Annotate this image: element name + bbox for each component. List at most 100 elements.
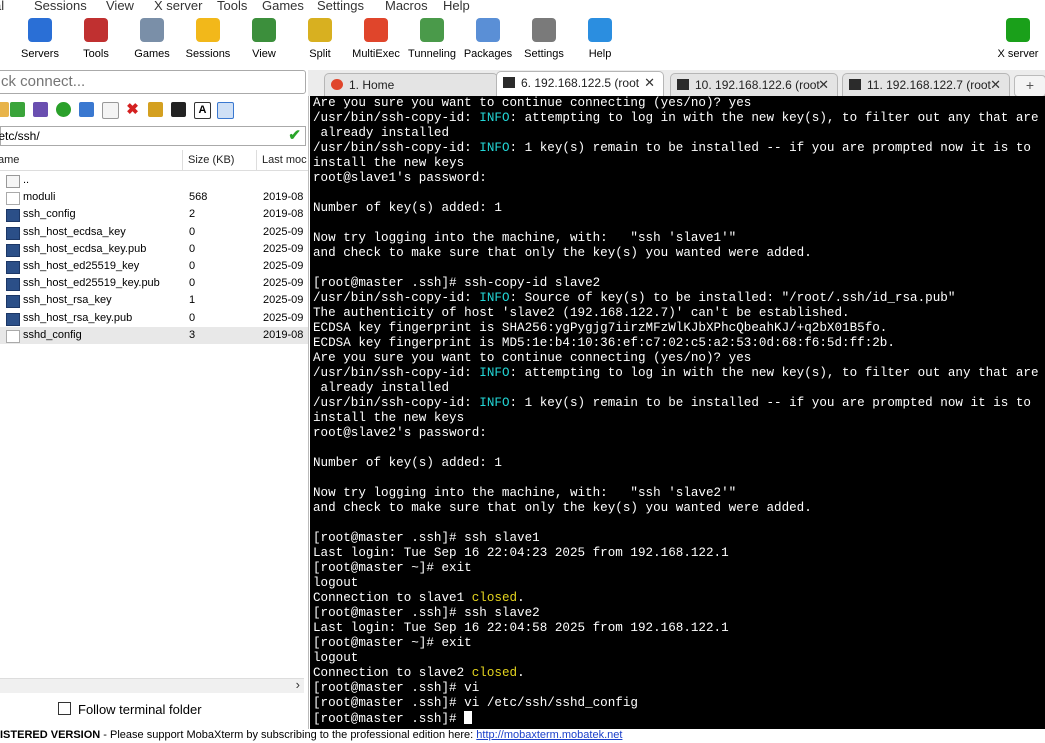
quick-connect-input[interactable] — [0, 71, 301, 91]
menu-games[interactable]: Games — [262, 0, 304, 13]
servers-icon — [28, 18, 52, 42]
file-row[interactable]: ssh_host_rsa_key 1 2025-09 — [0, 292, 308, 309]
menu-tools[interactable]: Tools — [217, 0, 247, 13]
column-name[interactable]: ame — [0, 154, 19, 166]
status-prefix: ISTERED VERSION — [0, 729, 101, 741]
file-name: ssh_host_ed25519_key.pub — [23, 277, 160, 290]
terminal-line: Connection to slave2 closed. — [313, 666, 525, 680]
delete-icon[interactable]: ✖ — [125, 102, 140, 117]
tab-session-6[interactable]: 6. 192.168.122.5 (root ✕ — [496, 71, 664, 96]
confirm-path-icon[interactable]: ✔ — [288, 126, 301, 144]
status-link[interactable]: http://mobaxterm.mobatek.net — [476, 729, 622, 741]
follow-terminal-folder-checkbox[interactable]: Follow terminal folder — [58, 702, 202, 717]
menu-view[interactable]: View — [106, 0, 134, 13]
status-text: - Please support MobaXterm by subscribin… — [100, 729, 477, 741]
file-date: 2025-09 — [263, 225, 304, 238]
file-row[interactable]: ssh_host_rsa_key.pub 0 2025-09 — [0, 310, 308, 327]
plus-icon: + — [1025, 77, 1035, 93]
help-button[interactable]: Help — [570, 18, 630, 60]
scroll-right-icon[interactable]: › — [296, 677, 300, 692]
terminal-line: and check to make sure that only the key… — [313, 501, 812, 515]
refresh-icon[interactable] — [56, 102, 71, 117]
menu-settings[interactable]: Settings — [317, 0, 364, 13]
menu-sessions[interactable]: Sessions — [34, 0, 87, 13]
multiexec-button[interactable]: MultiExec — [346, 18, 406, 60]
new-file-icon[interactable] — [102, 102, 119, 119]
file-row[interactable]: .. — [0, 172, 308, 189]
terminal-line: already installed — [313, 126, 450, 140]
menu-x-server[interactable]: X server — [154, 0, 202, 13]
sessions-button[interactable]: Sessions — [178, 18, 238, 60]
menu-terminal[interactable]: al — [0, 0, 4, 13]
file-name: .. — [23, 174, 30, 186]
terminal-icon[interactable] — [171, 102, 186, 117]
split-icon — [308, 18, 332, 42]
tools-button[interactable]: Tools — [66, 18, 126, 60]
tab-session-10[interactable]: 10. 192.168.122.6 (root ✕ — [670, 73, 838, 96]
config-file-icon — [6, 226, 20, 240]
file-row[interactable]: ssh_host_ecdsa_key.pub 0 2025-09 — [0, 241, 308, 258]
new-tab-button[interactable]: + — [1014, 75, 1045, 97]
menu-help[interactable]: Help — [443, 0, 470, 13]
close-tab-icon[interactable]: ✕ — [990, 77, 1001, 93]
close-tab-icon[interactable]: ✕ — [818, 77, 829, 93]
quick-connect-box — [0, 70, 306, 94]
tab-session-11[interactable]: 11. 192.168.122.7 (root ✕ — [842, 73, 1010, 96]
servers-button[interactable]: Servers — [10, 18, 70, 60]
view-button[interactable]: View — [234, 18, 294, 60]
terminal-line: and check to make sure that only the key… — [313, 246, 812, 260]
tab-home[interactable]: 1. Home — [324, 73, 498, 96]
file-row[interactable]: ssh_config 2 2019-08 — [0, 206, 308, 223]
file-name: moduli — [23, 191, 56, 204]
menu-macros[interactable]: Macros — [385, 0, 428, 13]
config-file-icon — [6, 261, 20, 274]
split-button[interactable]: Split — [290, 18, 350, 60]
upload-icon[interactable] — [33, 102, 48, 117]
file-row[interactable]: sshd_config 3 2019-08 — [0, 326, 308, 344]
packages-button[interactable]: Packages — [458, 18, 518, 60]
wand-icon[interactable] — [148, 102, 163, 117]
terminal-line: root@slave1's password: — [313, 171, 487, 185]
terminal-line: ECDSA key fingerprint is MD5:1e:b4:10:36… — [313, 336, 895, 350]
config-file-icon — [6, 295, 20, 309]
horizontal-scrollbar[interactable]: › — [0, 677, 304, 693]
file-size: 0 — [189, 225, 196, 238]
text-mode-icon[interactable]: A — [194, 102, 211, 119]
path-bar[interactable]: /etc/ssh/ ✔ — [0, 126, 306, 146]
terminal-line: root@slave2's password: — [313, 426, 487, 440]
terminal-line: /usr/bin/ssh-copy-id: INFO: 1 key(s) rem… — [313, 396, 1031, 410]
file-row[interactable]: ssh_host_ed25519_key 0 2025-09 — [0, 258, 308, 275]
download-icon[interactable] — [10, 102, 25, 117]
file-row[interactable]: moduli 568 2019-08 — [0, 189, 308, 206]
terminal-line: Are you sure you want to continue connec… — [313, 351, 752, 365]
folder-up-icon[interactable] — [0, 102, 9, 117]
file-name: sshd_config — [23, 328, 82, 341]
column-size[interactable]: Size (KB) — [188, 154, 234, 166]
help-icon — [588, 18, 612, 42]
new-folder-icon[interactable] — [79, 102, 94, 117]
file-date: 2025-09 — [263, 294, 304, 307]
view-icon — [252, 18, 276, 42]
terminal-line: Are you sure you want to continue connec… — [313, 96, 752, 110]
terminal-line: install the new keys — [313, 156, 465, 170]
x-server-icon — [1006, 18, 1030, 42]
file-date: 2025-09 — [263, 260, 304, 272]
file-row[interactable]: ssh_host_ecdsa_key 0 2025-09 — [0, 224, 308, 241]
sftp-browser-pane: ✖ A /etc/ssh/ ✔ ame Size (KB) Last moc .… — [0, 96, 309, 729]
close-tab-icon[interactable]: ✕ — [644, 75, 655, 91]
main-toolbar: Servers Tools Games Sessions View Split … — [0, 14, 1045, 68]
x-server-button[interactable]: X server — [988, 18, 1045, 60]
list-view-icon[interactable] — [217, 102, 234, 119]
tunneling-button[interactable]: Tunneling — [402, 18, 462, 60]
file-row[interactable]: ssh_host_ed25519_key.pub 0 2025-09 — [0, 275, 308, 292]
file-size: 0 — [189, 242, 196, 255]
checkbox-icon[interactable] — [58, 702, 71, 715]
column-last-modified[interactable]: Last moc — [262, 154, 307, 166]
terminal-line: Now try logging into the machine, with: … — [313, 486, 737, 500]
settings-button[interactable]: Settings — [514, 18, 574, 60]
terminal-view[interactable]: Are you sure you want to continue connec… — [310, 96, 1045, 729]
file-icon — [6, 329, 20, 343]
multiexec-icon — [364, 18, 388, 42]
games-button[interactable]: Games — [122, 18, 182, 60]
